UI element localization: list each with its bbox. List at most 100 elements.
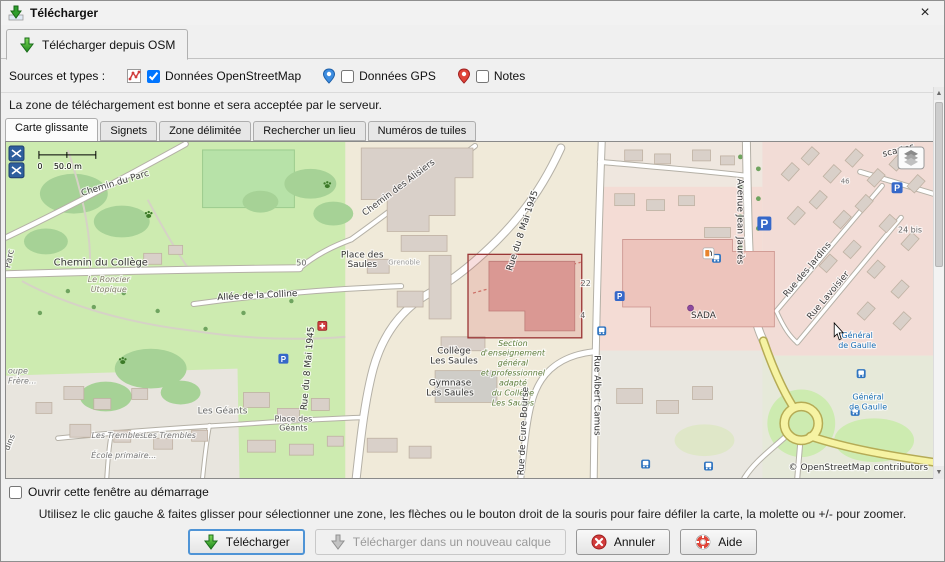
cancel-button-label: Annuler [614,535,655,549]
parking-icon: P [892,182,903,193]
map-label: Avenue Jean Jaurès [734,179,745,265]
map-label: Géants [279,422,307,432]
download-new-layer-label: Télécharger dans un nouveau calque [353,535,551,549]
bus-icon [641,460,650,469]
button-row: Télécharger Télécharger dans un nouveau … [1,529,944,555]
map-label: Gymnase [429,379,472,389]
map-label: Utopique [91,285,127,294]
window-icon [8,5,24,21]
selection-rect[interactable] [468,254,582,338]
notes-label: Notes [494,69,525,83]
scroll-down-icon[interactable]: ▼ [934,466,944,479]
scroll-up-icon[interactable]: ▲ [934,87,944,100]
parking-icon: P [278,354,288,364]
gps-data-checkbox[interactable] [341,70,354,83]
download-dialog: Télécharger × Télécharger depuis OSM Sou… [0,0,945,562]
map-label: SADA [691,311,717,321]
osm-data-icon [126,68,142,84]
open-at-startup-checkbox[interactable] [9,486,22,499]
map-label: de Gaulle [838,341,876,350]
cancel-button[interactable]: Annuler [576,529,670,555]
map-label: Les Saules [430,357,478,367]
tab-bookmarks[interactable]: Signets [100,121,157,141]
map-tab-strip: Carte glissante Signets Zone délimitée R… [5,118,478,141]
bus-icon [597,326,606,335]
tab-search-place[interactable]: Rechercher un lieu [253,121,365,141]
bus-icon [857,369,866,378]
fuel-icon [703,248,714,259]
map-label: d'enseignement [481,349,546,358]
map-label: © OpenStreetMap contributors [789,463,929,473]
parking-icon: P [615,291,625,301]
gps-pin-icon [322,68,336,84]
gps-data-label: Données GPS [359,69,436,83]
map-label: 46 [841,178,850,186]
map-label: Les Géants [198,405,248,416]
map-label: Chemin du Collège [54,256,148,268]
svg-text:P: P [281,355,287,364]
map-label: Grenoble [388,258,420,266]
map-label: Frère... [8,376,37,386]
download-new-layer-button[interactable]: Télécharger dans un nouveau calque [315,529,566,555]
cross-icon [318,321,327,330]
map-label: Collège [437,346,471,357]
tab-slippy-map[interactable]: Carte glissante [5,118,98,141]
svg-text:P: P [617,292,623,301]
startup-option: Ouvrir cette fenêtre au démarrage [9,485,209,499]
help-button-label: Aide [718,535,742,549]
bus-icon [704,462,713,471]
map-label: Section [498,339,528,348]
map-label: 22 [581,279,591,288]
help-button[interactable]: Aide [680,529,757,555]
window-title: Télécharger [30,6,98,20]
osm-data-label: Données OpenStreetMap [165,69,301,83]
download-arrow-gray-icon [330,534,346,550]
map-label: Saules [347,260,377,270]
cancel-icon [591,534,607,550]
map-panel: PPPP ParcChemin du ParcChemin du Collège… [5,141,934,479]
parking-icon: P [757,217,771,231]
download-area-status: La zone de téléchargement est bonne et s… [9,98,382,112]
download-arrow-icon [203,534,219,550]
map-label: École primaire... [91,449,156,460]
map-label: oupe [8,367,28,376]
main-tab-row: Télécharger depuis OSM [1,25,944,59]
sources-label: Sources et types : [9,69,105,83]
map-label: Général [852,391,883,401]
map-label: 0 [37,162,42,171]
svg-text:P: P [760,217,768,231]
note-pin-icon [457,68,471,84]
vertical-scrollbar[interactable]: ▲ ▼ [933,87,944,479]
map-label: 50.0 m [54,162,82,171]
map-label: Les Trembles [143,431,196,440]
map-label: Les Saules [426,389,474,399]
notes-checkbox[interactable] [476,70,489,83]
separator [1,92,944,93]
download-button-label: Télécharger [226,535,290,549]
map-label: Les Trembles [91,431,144,440]
tab-download-from-osm[interactable]: Télécharger depuis OSM [6,29,188,60]
tab-tile-numbers[interactable]: Numéros de tuiles [368,121,477,141]
usage-hint: Utilisez le clic gauche & faites glisser… [1,507,944,521]
sources-row: Sources et types : Données OpenStreetMap… [9,63,525,89]
map-label: de Gaulle [849,402,887,411]
map-label: général [498,358,529,368]
titlebar: Télécharger × [1,1,944,25]
layers-icon[interactable] [898,147,924,169]
open-at-startup-label: Ouvrir cette fenêtre au démarrage [28,485,209,499]
map-label: Place des [341,250,384,260]
tab-label: Télécharger depuis OSM [42,38,175,52]
slippy-map[interactable]: PPPP ParcChemin du ParcChemin du Collège… [6,142,933,478]
map-label: Général [841,330,872,340]
download-arrow-icon [19,37,35,53]
osm-data-checkbox[interactable] [147,70,160,83]
map-label: Rue Albert Camus [592,355,602,436]
map-label: Place des [274,414,312,423]
svg-text:P: P [894,183,900,193]
download-button[interactable]: Télécharger [188,529,305,555]
scrollbar-thumb[interactable] [935,102,943,267]
tab-bounding-box[interactable]: Zone délimitée [159,121,251,141]
help-lifebuoy-icon [695,534,711,550]
close-button[interactable]: × [914,2,936,24]
map-label: Le Roncier [88,275,131,284]
